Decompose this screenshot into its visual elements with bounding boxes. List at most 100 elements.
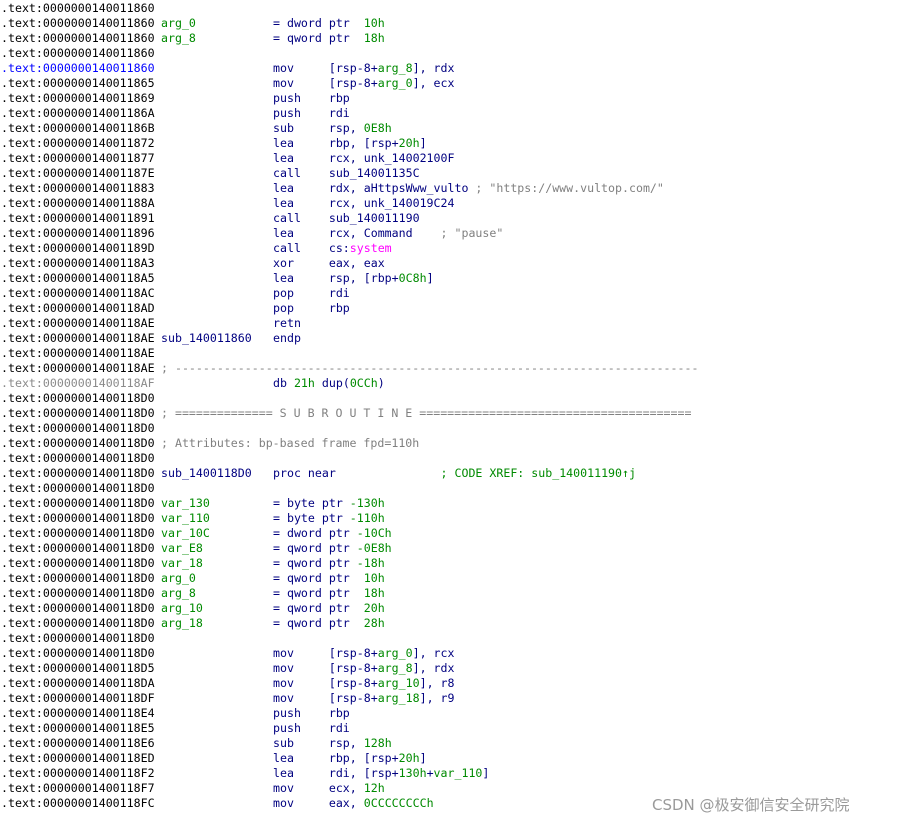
token[interactable]: var_18 <box>161 556 203 570</box>
token[interactable]: = dword ptr <box>273 16 364 30</box>
token[interactable]: pop rdi <box>273 286 350 300</box>
line-address[interactable]: .text:00000001400118A5 <box>1 271 155 286</box>
line-address[interactable]: .text:00000001400118FC <box>1 796 155 811</box>
token[interactable]: = byte ptr <box>273 511 350 525</box>
listing-line[interactable]: .text:0000000140011872 lea rbp, [rsp+20h] <box>1 136 921 151</box>
token[interactable]: -0E8h <box>357 541 392 555</box>
line-address[interactable]: .text:0000000140011860 <box>1 61 155 76</box>
token[interactable]: mov ecx, <box>273 781 364 795</box>
line-address[interactable]: .text:00000001400118D0 <box>1 466 155 481</box>
line-address[interactable]: .text:0000000140011860 <box>1 46 155 61</box>
line-address[interactable]: .text:00000001400118D0 <box>1 511 155 526</box>
listing-line[interactable]: .text:00000001400118DA mov [rsp-8+arg_10]… <box>1 676 921 691</box>
line-address[interactable]: .text:00000001400118AE <box>1 346 155 361</box>
token[interactable]: 130h <box>399 766 427 780</box>
line-address[interactable]: .text:0000000140011869 <box>1 91 155 106</box>
line-address[interactable]: .text:00000001400118D5 <box>1 661 155 676</box>
token[interactable]: 0CCh <box>350 376 378 390</box>
line-address[interactable]: .text:0000000140011872 <box>1 136 155 151</box>
line-address[interactable]: .text:00000001400118E4 <box>1 706 155 721</box>
token[interactable]: = qword ptr <box>273 31 364 45</box>
listing-line[interactable]: .text:00000001400118AE sub_140011860 endp <box>1 331 921 346</box>
line-address[interactable]: .text:0000000140011891 <box>1 211 155 226</box>
token[interactable]: proc near <box>273 466 441 480</box>
token[interactable]: ; CODE XREF: sub_140011190↑j <box>441 466 636 480</box>
token[interactable]: retn <box>273 316 301 330</box>
line-address[interactable]: .text:000000014001189D <box>1 241 155 256</box>
token[interactable]: 0CCCCCCCCh <box>364 796 434 810</box>
line-address[interactable]: .text:00000001400118ED <box>1 751 155 766</box>
listing-line[interactable]: .text:00000001400118D0 arg_18 = qword ptr … <box>1 616 921 631</box>
listing-line[interactable]: .text:00000001400118D0 <box>1 391 921 406</box>
listing-line[interactable]: .text:000000014001186A push rdi <box>1 106 921 121</box>
token[interactable]: sub rsp, <box>273 121 364 135</box>
token[interactable]: mov [rsp-8+ <box>273 76 378 90</box>
listing-line[interactable]: .text:00000001400118D0 var_110 = byte ptr … <box>1 511 921 526</box>
token[interactable]: var_E8 <box>161 541 203 555</box>
token[interactable]: sub_1400118D0 <box>161 466 252 480</box>
line-address[interactable]: .text:00000001400118AE <box>1 316 155 331</box>
line-address[interactable]: .text:000000014001186B <box>1 121 155 136</box>
token[interactable]: arg_8 <box>161 586 196 600</box>
token[interactable]: = qword ptr <box>273 556 357 570</box>
token[interactable]: arg_8 <box>378 61 413 75</box>
token[interactable]: ], ecx <box>413 76 455 90</box>
line-address[interactable]: .text:00000001400118AF <box>1 376 155 391</box>
line-address[interactable]: .text:0000000140011896 <box>1 226 155 241</box>
token[interactable]: 0E8h <box>364 121 392 135</box>
token[interactable]: arg_18 <box>378 691 420 705</box>
listing-line[interactable]: .text:0000000140011877 lea rcx, unk_14002… <box>1 151 921 166</box>
line-address[interactable]: .text:00000001400118DF <box>1 691 155 706</box>
line-address[interactable]: .text:00000001400118D0 <box>1 586 155 601</box>
listing-line[interactable]: .text:00000001400118D0 var_E8 = qword ptr … <box>1 541 921 556</box>
disassembly-listing[interactable]: .text:0000000140011860 .text:000000014001… <box>1 1 921 811</box>
line-address[interactable]: .text:00000001400118E5 <box>1 721 155 736</box>
token[interactable]: = dword ptr <box>273 526 357 540</box>
token[interactable]: 10h <box>364 571 385 585</box>
line-address[interactable]: .text:00000001400118D0 <box>1 646 155 661</box>
listing-line[interactable]: .text:00000001400118D0 arg_8 = qword ptr 1… <box>1 586 921 601</box>
listing-line[interactable]: .text:00000001400118DF mov [rsp-8+arg_18]… <box>1 691 921 706</box>
token[interactable]: -18h <box>357 556 385 570</box>
token[interactable]: call cs: <box>273 241 350 255</box>
token[interactable]: mov [rsp-8+ <box>273 661 378 675</box>
token[interactable]: mov [rsp-8+ <box>273 676 378 690</box>
listing-line[interactable]: .text:00000001400118D0 var_10C = dword ptr… <box>1 526 921 541</box>
listing-line[interactable]: .text:00000001400118F2 lea rdi, [rsp+130h… <box>1 766 921 781</box>
listing-line[interactable]: .text:00000001400118D0 arg_10 = qword ptr … <box>1 601 921 616</box>
line-address[interactable]: .text:00000001400118DA <box>1 676 155 691</box>
line-address[interactable]: .text:0000000140011877 <box>1 151 155 166</box>
listing-line[interactable]: .text:00000001400118A3 xor eax, eax <box>1 256 921 271</box>
token[interactable]: arg_18 <box>161 616 203 630</box>
token[interactable]: xor eax, eax <box>273 256 385 270</box>
token[interactable]: ] <box>482 766 489 780</box>
token[interactable]: push rbp <box>273 91 350 105</box>
listing-line[interactable]: .text:00000001400118D0 mov [rsp-8+arg_0],… <box>1 646 921 661</box>
listing-line[interactable]: .text:00000001400118D0 <box>1 421 921 436</box>
token[interactable]: mov [rsp-8+ <box>273 691 378 705</box>
line-address[interactable]: .text:00000001400118D0 <box>1 541 155 556</box>
line-address[interactable]: .text:00000001400118D0 <box>1 631 155 646</box>
token[interactable]: -10Ch <box>357 526 392 540</box>
listing-line[interactable]: .text:00000001400118A5 lea rsp, [rbp+0C8h… <box>1 271 921 286</box>
line-address[interactable]: .text:0000000140011883 <box>1 181 155 196</box>
listing-line[interactable]: .text:0000000140011860 <box>1 1 921 16</box>
token[interactable]: = qword ptr <box>273 586 364 600</box>
listing-line[interactable]: .text:0000000140011865 mov [rsp-8+arg_0],… <box>1 76 921 91</box>
line-address[interactable]: .text:00000001400118D0 <box>1 451 155 466</box>
token[interactable]: ], rdx <box>413 61 455 75</box>
listing-line[interactable]: .text:0000000140011860 mov [rsp-8+arg_8],… <box>1 61 921 76</box>
token[interactable]: system <box>350 241 392 255</box>
token[interactable]: ) <box>378 376 385 390</box>
token[interactable]: = qword ptr <box>273 541 357 555</box>
token[interactable]: arg_0 <box>378 76 413 90</box>
listing-line[interactable]: .text:0000000140011869 push rbp <box>1 91 921 106</box>
token[interactable]: pop rbp <box>273 301 350 315</box>
token[interactable]: mov [rsp-8+ <box>273 646 378 660</box>
token[interactable]: 12h <box>364 781 385 795</box>
token[interactable]: 0C8h <box>399 271 427 285</box>
token[interactable]: lea rcx, Command <box>273 226 441 240</box>
listing-line[interactable]: .text:00000001400118D0 ; ============== S… <box>1 406 921 421</box>
line-address[interactable]: .text:000000014001186A <box>1 106 155 121</box>
token[interactable]: 128h <box>364 736 392 750</box>
